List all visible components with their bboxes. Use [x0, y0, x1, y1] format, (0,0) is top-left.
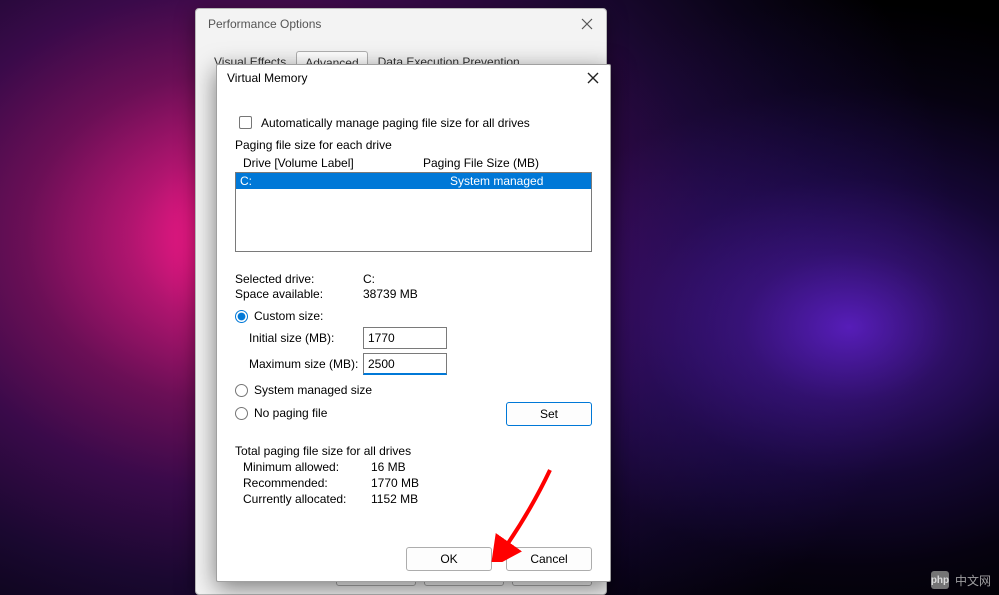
virtual-memory-dialog: Virtual Memory Automatically manage pagi…	[216, 64, 611, 582]
maximum-size-label: Maximum size (MB):	[249, 357, 363, 371]
recommended-label: Recommended:	[243, 476, 371, 490]
custom-size-label: Custom size:	[254, 309, 323, 323]
ok-button[interactable]: OK	[406, 547, 492, 571]
close-icon[interactable]	[586, 71, 600, 85]
cancel-button[interactable]: Cancel	[506, 547, 592, 571]
maximum-size-input[interactable]	[363, 353, 447, 375]
recommended-value: 1770 MB	[371, 476, 419, 490]
custom-size-radio[interactable]	[235, 310, 248, 323]
min-allowed-label: Minimum allowed:	[243, 460, 371, 474]
auto-manage-label: Automatically manage paging file size fo…	[261, 116, 530, 130]
selected-drive-value: C:	[363, 272, 375, 286]
drive-row-drive: C:	[240, 174, 450, 188]
currently-allocated-value: 1152 MB	[371, 492, 418, 506]
selected-drive-label: Selected drive:	[235, 272, 363, 286]
drive-column-header: Drive [Volume Label]	[243, 156, 423, 170]
watermark-logo: php	[931, 571, 949, 589]
no-paging-radio[interactable]	[235, 407, 248, 420]
no-paging-label: No paging file	[254, 406, 327, 420]
min-allowed-value: 16 MB	[371, 460, 406, 474]
drive-row-size: System managed	[450, 174, 543, 188]
watermark-text: 中文网	[955, 572, 991, 589]
initial-size-label: Initial size (MB):	[249, 331, 363, 345]
drive-list[interactable]: C: System managed	[235, 172, 592, 252]
space-available-value: 38739 MB	[363, 287, 418, 301]
totals-group-label: Total paging file size for all drives	[235, 444, 592, 458]
initial-size-input[interactable]	[363, 327, 447, 349]
currently-allocated-label: Currently allocated:	[243, 492, 371, 506]
system-managed-radio[interactable]	[235, 384, 248, 397]
system-managed-label: System managed size	[254, 383, 372, 397]
vm-title: Virtual Memory	[227, 71, 307, 85]
each-drive-group-label: Paging file size for each drive	[235, 138, 592, 152]
drive-row-c[interactable]: C: System managed	[236, 173, 591, 189]
set-button[interactable]: Set	[506, 402, 592, 426]
performance-options-title: Performance Options	[208, 17, 321, 31]
close-icon[interactable]	[580, 17, 594, 31]
paging-size-column-header: Paging File Size (MB)	[423, 156, 539, 170]
space-available-label: Space available:	[235, 287, 363, 301]
auto-manage-checkbox[interactable]	[239, 116, 252, 129]
watermark: php 中文网	[931, 571, 991, 589]
